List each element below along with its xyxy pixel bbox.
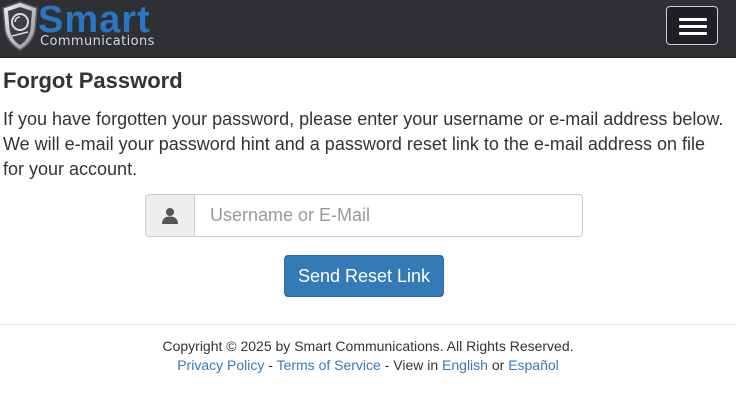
page-title: Forgot Password [3, 68, 183, 93]
hamburger-menu-icon [679, 25, 707, 28]
user-icon [162, 207, 178, 224]
language-spanish-link[interactable]: Español [508, 357, 559, 373]
footer: Copyright © 2025 by Smart Communications… [0, 324, 736, 373]
hamburger-menu-icon [679, 32, 707, 35]
brand-name: Smart [38, 0, 151, 41]
copyright-text: Copyright © 2025 by Smart Communications… [162, 338, 574, 354]
footer-links: Privacy Policy - Terms of Service - View… [0, 357, 736, 373]
shield-logo-icon [2, 1, 38, 51]
hamburger-menu-icon [679, 18, 707, 21]
privacy-policy-link[interactable]: Privacy Policy [177, 357, 264, 373]
username-addon [145, 194, 194, 237]
send-reset-link-button[interactable]: Send Reset Link [284, 255, 444, 297]
username-email-input[interactable] [194, 194, 583, 237]
menu-toggle-button[interactable] [666, 6, 718, 45]
terms-of-service-link[interactable]: Terms of Service [277, 357, 381, 373]
brand-subtitle: Communications [40, 34, 155, 49]
footer-separator: - [264, 357, 277, 373]
language-english-link[interactable]: English [442, 357, 488, 373]
username-input-group [145, 194, 583, 237]
footer-or-text: or [487, 357, 509, 373]
navbar: Smart Communications [0, 0, 736, 58]
footer-view-in-text: - View in [380, 357, 443, 373]
instructions-text: If you have forgotten your password, ple… [3, 109, 724, 179]
